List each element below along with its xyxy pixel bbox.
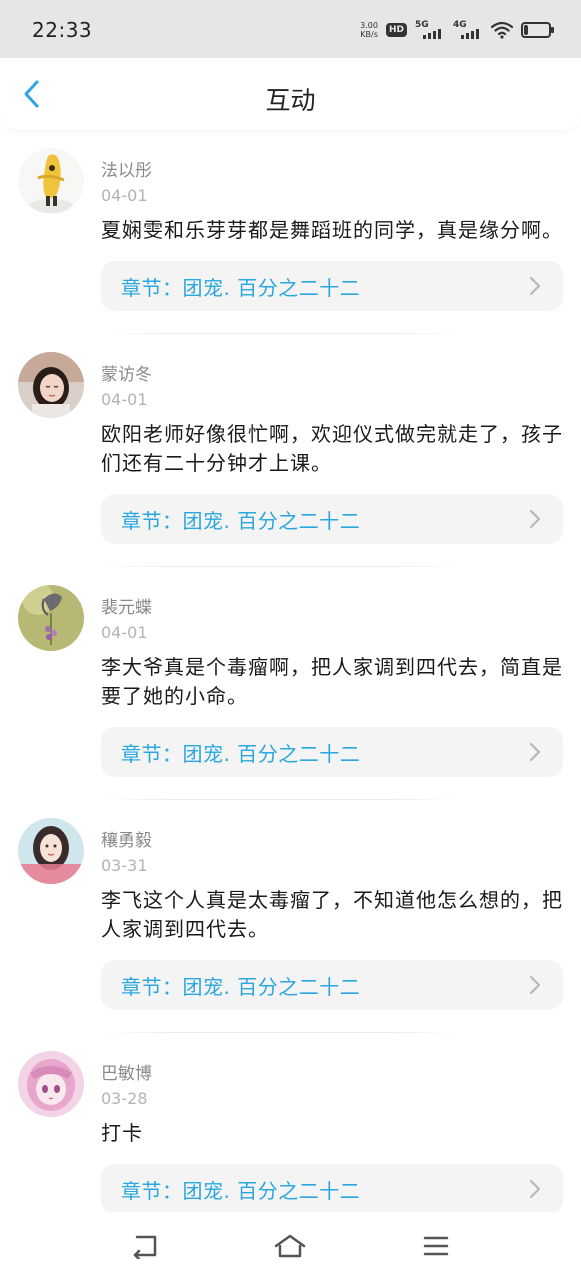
network-speed-unit: KB/s <box>360 30 378 39</box>
comment-date: 03-28 <box>101 1089 148 1108</box>
battery-icon: 18 <box>521 22 554 38</box>
comment-item: 巴敏博 03-28 打卡 章节：团宠. 百分之二十二 <box>0 1033 581 1212</box>
chevron-right-icon <box>529 276 541 296</box>
comment-author: 蒙访冬 <box>101 365 152 385</box>
chapter-link[interactable]: 章节：团宠. 百分之二十二 <box>101 261 563 311</box>
chevron-right-icon <box>529 975 541 995</box>
comment-author: 裴元蝶 <box>101 598 152 618</box>
status-time: 22:33 <box>32 18 93 42</box>
chapter-link[interactable]: 章节：团宠. 百分之二十二 <box>101 494 563 544</box>
comment-date: 04-01 <box>101 623 148 642</box>
chapter-link-label: 章节：团宠. 百分之二十二 <box>121 741 361 766</box>
comment-text: 欧阳老师好像很忙啊，欢迎仪式做完就走了，孩子们还有二十分钟才上课。 <box>101 422 563 475</box>
comment-author: 穰勇毅 <box>101 831 152 851</box>
chapter-link-label: 章节：团宠. 百分之二十二 <box>121 275 361 300</box>
system-nav-bar <box>0 1212 581 1280</box>
app-header: 互动 <box>0 58 581 130</box>
comment-item: 法以彤 04-01 夏娴雯和乐芽芽都是舞蹈班的同学，真是缘分啊。 章节：团宠. … <box>0 130 581 333</box>
network-speed-value: 3.00 <box>360 21 378 30</box>
signal-4g-icon: 4G <box>453 20 483 40</box>
comment-item: 裴元蝶 04-01 李大爷真是个毒瘤啊，把人家调到四代去，简直是要了她的小命。 … <box>0 567 581 799</box>
chapter-link[interactable]: 章节：团宠. 百分之二十二 <box>101 1164 563 1212</box>
avatar[interactable] <box>18 585 84 651</box>
chapter-link[interactable]: 章节：团宠. 百分之二十二 <box>101 960 563 1010</box>
comment-date: 04-01 <box>101 390 148 409</box>
chapter-link-label: 章节：团宠. 百分之二十二 <box>121 974 361 999</box>
signal-5g-icon: 5G <box>415 20 445 40</box>
avatar[interactable] <box>18 818 84 884</box>
menu-icon <box>423 1236 449 1256</box>
comment-author: 巴敏博 <box>101 1064 152 1084</box>
comment-text: 李大爷真是个毒瘤啊，把人家调到四代去，简直是要了她的小命。 <box>101 655 563 708</box>
status-icons: 3.00 KB/s HD 5G 4G 18 <box>360 19 554 41</box>
comment-item: 蒙访冬 04-01 欧阳老师好像很忙啊，欢迎仪式做完就走了，孩子们还有二十分钟才… <box>0 334 581 566</box>
chevron-right-icon <box>529 742 541 762</box>
battery-percent: 18 <box>529 24 543 36</box>
avatar[interactable] <box>18 352 84 418</box>
nav-back-button[interactable] <box>126 1230 166 1262</box>
page-title: 互动 <box>265 86 316 115</box>
comment-author: 法以彤 <box>101 161 152 181</box>
comment-text: 李飞这个人真是太毒瘤了，不知道他怎么想的，把人家调到四代去。 <box>101 888 563 941</box>
back-arrow-icon <box>133 1235 157 1259</box>
chapter-link-label: 章节：团宠. 百分之二十二 <box>121 508 361 533</box>
comment-text: 夏娴雯和乐芽芽都是舞蹈班的同学，真是缘分啊。 <box>101 218 563 242</box>
hd-icon: HD <box>385 23 407 37</box>
network-speed: 3.00 KB/s <box>360 21 378 39</box>
wifi-icon <box>491 21 513 39</box>
chapter-link-label: 章节：团宠. 百分之二十二 <box>121 1178 361 1203</box>
home-icon <box>274 1234 306 1258</box>
chapter-link[interactable]: 章节：团宠. 百分之二十二 <box>101 727 563 777</box>
nav-menu-button[interactable] <box>416 1230 456 1262</box>
comment-item: 穰勇毅 03-31 李飞这个人真是太毒瘤了，不知道他怎么想的，把人家调到四代去。… <box>0 800 581 1032</box>
avatar[interactable] <box>18 1051 84 1117</box>
comment-list[interactable]: 法以彤 04-01 夏娴雯和乐芽芽都是舞蹈班的同学，真是缘分啊。 章节：团宠. … <box>0 130 581 1212</box>
comment-date: 03-31 <box>101 856 148 875</box>
nav-home-button[interactable] <box>270 1230 310 1262</box>
avatar[interactable] <box>18 148 84 214</box>
battery-level <box>524 25 528 35</box>
status-bar: 22:33 3.00 KB/s HD 5G 4G 18 <box>0 0 581 58</box>
chevron-right-icon <box>529 509 541 529</box>
chevron-right-icon <box>529 1179 541 1199</box>
comment-text: 打卡 <box>101 1121 143 1145</box>
comment-date: 04-01 <box>101 186 148 205</box>
